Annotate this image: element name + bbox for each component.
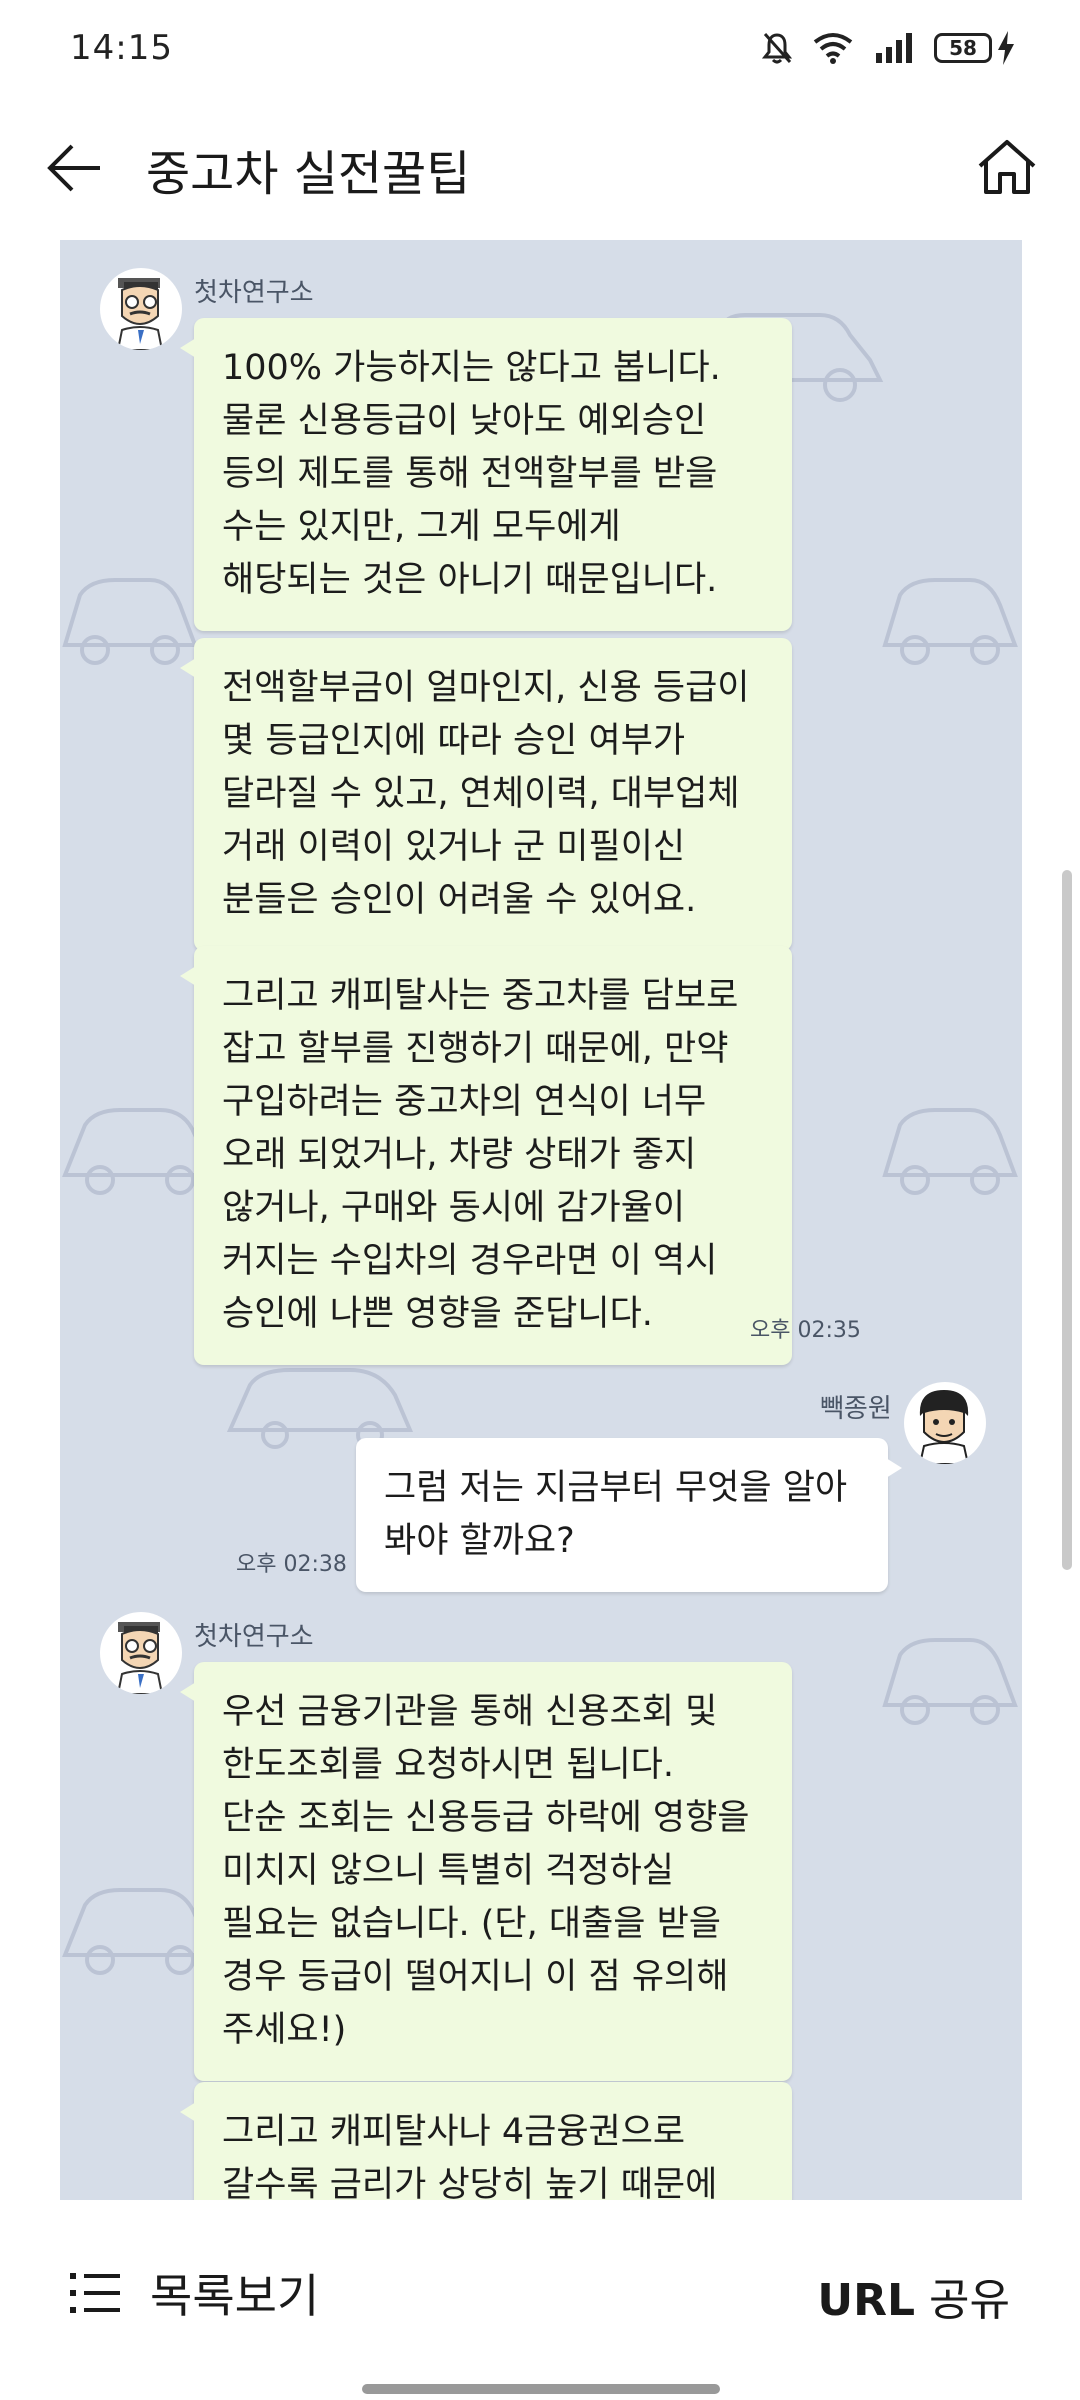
status-icons: 58	[762, 31, 1016, 65]
status-time: 14:15	[70, 28, 173, 68]
message-bubble[interactable]: 그리고 캐피탈사나 4금융권으로 갈수록 금리가 상당히 높기 때문에	[180, 2082, 792, 2200]
scrollbar[interactable]	[1062, 870, 1072, 1570]
message-bubble[interactable]: 전액할부금이 얼마인지, 신용 등급이 몇 등급인지에 따라 승인 여부가 달라…	[180, 638, 792, 951]
avatar-user[interactable]	[904, 1382, 986, 1464]
list-view-button[interactable]: 목록보기	[68, 2260, 319, 2326]
message-time: 오후 02:35	[750, 1318, 861, 1343]
sender-name: 첫차연구소	[194, 278, 314, 308]
sender-name: 빽종원	[820, 1394, 892, 1424]
signal-icon	[876, 33, 912, 63]
avatar-bot[interactable]	[100, 1612, 182, 1694]
url-share-button[interactable]: URL 공유	[817, 2264, 1010, 2328]
chat-area[interactable]: 첫차연구소 100% 가능하지는 않다고 봅니다. 물론 신용등급이 낮아도 예…	[60, 240, 1022, 2200]
message-time: 오후 02:38	[236, 1552, 347, 1577]
list-icon	[70, 2273, 120, 2313]
charging-icon	[998, 31, 1014, 65]
car-doodle-icon	[62, 578, 198, 665]
avatar-bot[interactable]	[100, 268, 182, 350]
scientist-avatar-icon	[116, 278, 164, 350]
page-title: 중고차 실전꿀팁	[146, 146, 471, 202]
status-bar: 14:15 58	[0, 0, 1080, 96]
car-doodle-icon	[882, 1638, 1018, 1725]
car-doodle-icon	[882, 1108, 1018, 1195]
battery-level: 58	[934, 33, 992, 63]
car-doodle-icon	[882, 578, 1018, 665]
message-bubble[interactable]: 그리고 캐피탈사는 중고차를 담보로 잡고 할부를 진행하기 때문에, 만약 구…	[180, 946, 792, 1365]
app-header: 중고차 실전꿀팁	[0, 96, 1080, 236]
bottom-bar: 목록보기 URL 공유	[0, 2200, 1080, 2400]
message-bubble[interactable]: 100% 가능하지는 않다고 봅니다. 물론 신용등급이 낮아도 예외승인 등의…	[180, 318, 792, 631]
message-bubble-outgoing[interactable]: 그럼 저는 지금부터 무엇을 알아 봐야 할까요?	[356, 1438, 902, 1592]
home-icon[interactable]	[976, 136, 1038, 198]
battery-indicator: 58	[934, 31, 1016, 65]
car-doodle-icon	[226, 1368, 414, 1449]
message-bubble[interactable]: 우선 금융기관을 통해 신용조회 및 한도조회를 요청하시면 됩니다. 단순 조…	[180, 1662, 792, 2081]
wifi-icon	[813, 33, 853, 64]
scientist-avatar-icon	[116, 1622, 164, 1694]
url-share-label: 공유	[929, 2275, 1010, 2326]
url-share-label-bold: URL	[817, 2275, 916, 2326]
back-arrow-icon[interactable]	[44, 138, 104, 198]
home-indicator[interactable]	[362, 2384, 720, 2394]
list-view-label: 목록보기	[150, 2269, 320, 2323]
mute-bell-icon	[762, 33, 792, 64]
sender-name: 첫차연구소	[194, 1622, 314, 1652]
user-avatar-icon	[918, 1390, 970, 1464]
